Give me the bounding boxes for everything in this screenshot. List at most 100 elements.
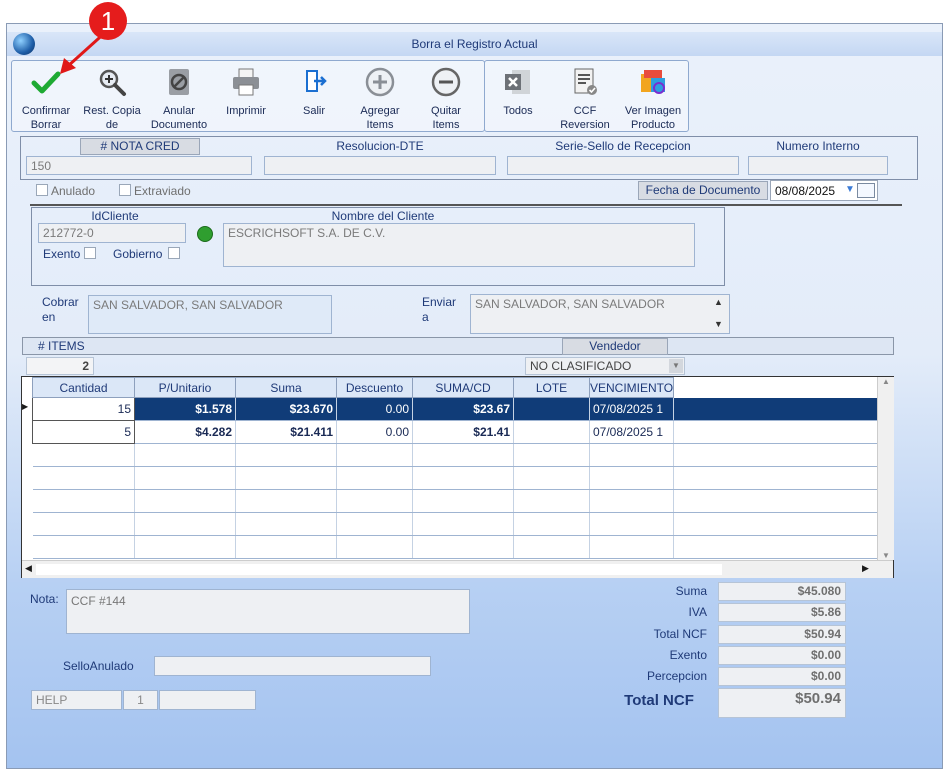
product-image-icon [641, 70, 665, 94]
gobierno-label: Gobierno [113, 247, 163, 261]
rest-copia-label-2: de [105, 119, 119, 131]
fecha-documento-picker[interactable]: 08/08/2025 ▼ [770, 180, 878, 201]
imprimir-button[interactable]: Imprimir [214, 66, 278, 128]
dropdown-arrow-icon[interactable]: ▼ [669, 359, 683, 373]
page-field: 1 [123, 690, 158, 710]
calendar-icon[interactable] [857, 183, 875, 198]
exit-door-icon [306, 70, 327, 92]
table-row [32, 443, 886, 467]
todos-button[interactable]: Todos [486, 66, 550, 128]
ver-imagen-producto-button[interactable]: Ver Imagen Producto [620, 66, 686, 131]
cell-lote[interactable] [513, 397, 590, 421]
enviar-label-1: Enviar [422, 295, 457, 309]
nombre-cliente-field[interactable]: ESCRICHSOFT S.A. DE C.V. [223, 223, 695, 267]
gobierno-checkbox[interactable] [168, 247, 180, 259]
col-cantidad[interactable]: Cantidad [32, 377, 135, 398]
minus-circle-icon [431, 67, 461, 97]
table-row[interactable]: 15 $1.578 $23.670 0.00 $23.67 07/08/2025… [32, 397, 886, 421]
nota-cred-field[interactable]: 150 [26, 156, 252, 175]
status-field [159, 690, 256, 710]
table-row [32, 535, 886, 559]
col-empty [673, 377, 886, 398]
cell-punitario[interactable]: $1.578 [134, 397, 236, 421]
col-punitario[interactable]: P/Unitario [134, 377, 236, 398]
cell-suma[interactable]: $23.670 [235, 397, 337, 421]
nota-label: Nota: [30, 592, 59, 606]
salir-button[interactable]: Salir [282, 66, 346, 128]
scroll-down-icon[interactable]: ▼ [714, 319, 723, 329]
col-suma-cd[interactable]: SUMA/CD [412, 377, 514, 398]
col-descuento[interactable]: Descuento [336, 377, 413, 398]
exento-checkbox[interactable] [84, 247, 96, 259]
cobrar-en-field[interactable]: SAN SALVADOR, SAN SALVADOR [88, 295, 332, 334]
scroll-up-icon[interactable]: ▲ [714, 297, 723, 307]
horizontal-scrollbar[interactable]: ◀ ▶ [22, 560, 893, 578]
exento-label: Exento [43, 247, 81, 261]
col-lote[interactable]: LOTE [513, 377, 590, 398]
numero-interno-label: Numero Interno [776, 139, 860, 153]
serie-field[interactable] [507, 156, 739, 175]
cell-vencimiento[interactable]: 07/08/2025 1 [589, 397, 675, 421]
total-ncf-value: $50.94 [718, 625, 846, 644]
cell-empty [673, 420, 886, 444]
globe-icon [13, 33, 35, 55]
cell-lote[interactable] [513, 420, 590, 444]
cell-cantidad[interactable]: 5 [32, 420, 135, 444]
items-label: # ITEMS [38, 339, 85, 353]
table-header: Cantidad P/Unitario Suma Descuento SUMA/… [32, 377, 886, 398]
cell-empty [673, 397, 886, 421]
check-circle-icon[interactable] [197, 226, 213, 242]
enviar-a-field[interactable]: SAN SALVADOR, SAN SALVADOR [470, 294, 730, 334]
excel-icon [505, 70, 530, 94]
ccf-label-2: Reversion [560, 119, 610, 131]
vertical-scrollbar[interactable]: ▲ ▼ [877, 377, 894, 560]
percepcion-value: $0.00 [718, 667, 846, 686]
anular-documento-button[interactable]: Anular Documento [146, 66, 212, 131]
cell-suma-cd[interactable]: $21.41 [412, 420, 514, 444]
cell-descuento[interactable]: 0.00 [336, 397, 413, 421]
col-suma[interactable]: Suma [235, 377, 337, 398]
scroll-right-icon[interactable]: ▶ [862, 563, 869, 574]
scroll-thumb[interactable] [36, 564, 722, 575]
col-vencimiento[interactable]: VENCIMIENTO [588, 377, 675, 398]
scroll-down-arrow-icon[interactable]: ▼ [878, 551, 894, 560]
annotation-badge: 1 [89, 2, 127, 40]
suma-label: Suma [675, 584, 707, 598]
idcliente-field[interactable]: 212772-0 [38, 223, 186, 243]
serie-label: Serie-Sello de Recepcion [555, 139, 691, 153]
vendedor-select[interactable]: NO CLASIFICADO ▼ [525, 357, 685, 375]
agregar-items-button[interactable]: Agregar Items [348, 66, 412, 131]
items-count: 2 [26, 357, 94, 375]
salir-label: Salir [302, 105, 325, 117]
items-grid: ▶ Cantidad P/Unitario Suma Descuento SUM… [21, 376, 894, 578]
todos-label: Todos [503, 105, 533, 117]
extraviado-label: Extraviado [134, 184, 191, 198]
anulado-checkbox[interactable] [36, 184, 48, 196]
idcliente-label: IdCliente [91, 209, 139, 223]
table-row [32, 512, 886, 536]
scroll-left-icon[interactable]: ◀ [25, 563, 32, 574]
cell-vencimiento[interactable]: 07/08/2025 1 [589, 420, 675, 444]
percepcion-label: Percepcion [646, 669, 707, 683]
imprimir-label: Imprimir [226, 105, 266, 117]
ver-imagen-label-1: Ver Imagen [624, 105, 682, 117]
enviar-label-2: a [422, 310, 429, 324]
table-row[interactable]: 5 $4.282 $21.411 0.00 $21.41 07/08/2025 … [32, 420, 886, 444]
cell-descuento[interactable]: 0.00 [336, 420, 413, 444]
cell-suma[interactable]: $21.411 [235, 420, 337, 444]
chevron-down-icon[interactable]: ▼ [845, 184, 855, 195]
cell-suma-cd[interactable]: $23.67 [412, 397, 514, 421]
nota-field[interactable]: CCF #144 [66, 589, 470, 634]
extraviado-checkbox[interactable] [119, 184, 131, 196]
sello-anulado-label: SelloAnulado [63, 659, 134, 673]
ccf-reversion-button[interactable]: CCF Reversion [552, 66, 618, 131]
table-row [32, 489, 886, 513]
quitar-items-button[interactable]: Quitar Items [414, 66, 478, 131]
cell-cantidad[interactable]: 15 [32, 397, 135, 421]
numero-interno-field[interactable] [748, 156, 888, 175]
sello-anulado-field[interactable] [154, 656, 431, 676]
scroll-up-arrow-icon[interactable]: ▲ [878, 377, 894, 386]
table-row [32, 466, 886, 490]
cell-punitario[interactable]: $4.282 [134, 420, 236, 444]
resolucion-field[interactable] [264, 156, 496, 175]
